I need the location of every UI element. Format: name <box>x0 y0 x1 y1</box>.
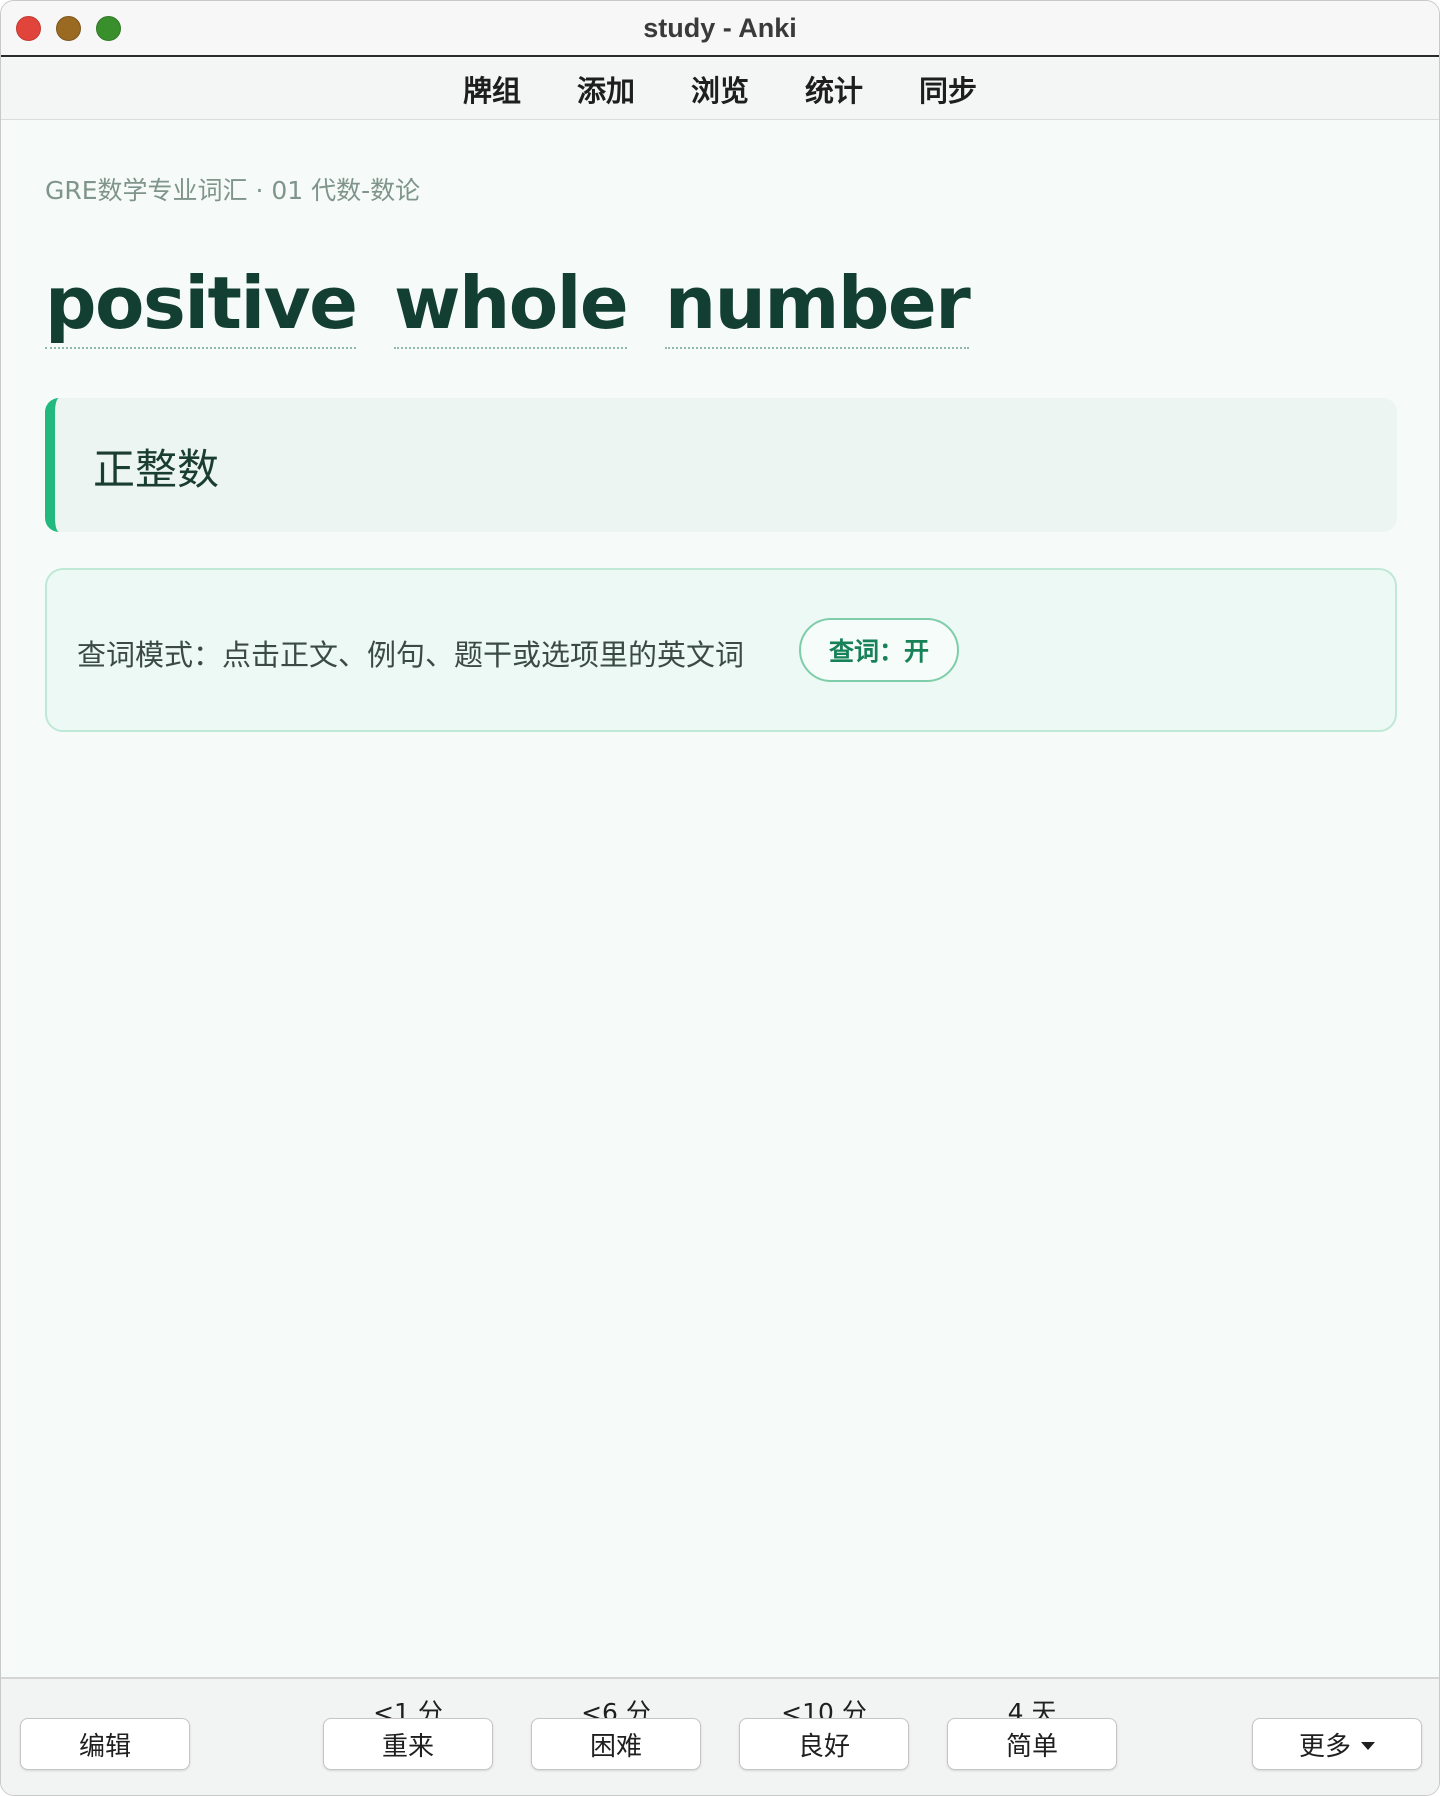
meaning-card: 正整数 <box>45 398 1397 532</box>
toolbar-decks[interactable]: 牌组 <box>463 68 521 110</box>
lookup-toggle-button[interactable]: 查词：开 <box>799 618 959 682</box>
toolbar-add[interactable]: 添加 <box>577 68 635 110</box>
main-toolbar: 牌组 添加 浏览 统计 同步 <box>1 58 1439 120</box>
hard-button[interactable]: 困难 <box>531 1718 701 1770</box>
toolbar-sync[interactable]: 同步 <box>919 68 977 110</box>
meaning-text: 正整数 <box>93 445 220 494</box>
term-word[interactable]: positive <box>45 261 358 349</box>
more-label: 更多 <box>1298 1731 1351 1762</box>
card-term: positive whole number <box>45 261 971 349</box>
more-button[interactable]: 更多 <box>1252 1718 1422 1770</box>
term-word[interactable]: whole <box>393 261 629 349</box>
toolbar-stats[interactable]: 统计 <box>805 68 863 110</box>
again-button[interactable]: 重来 <box>323 1718 493 1770</box>
window-title: study - Anki <box>643 13 797 43</box>
answer-bar: 编辑 <1 分 重来 <6 分 困难 <10 分 良好 4 天 简单 更多 <box>1 1677 1439 1795</box>
lookup-description: 查词模式：点击正文、例句、题干或选项里的英文词 <box>77 638 745 672</box>
toolbar-browse[interactable]: 浏览 <box>691 68 749 110</box>
term-word[interactable]: number <box>664 261 971 349</box>
title-bar: study - Anki <box>1 1 1439 57</box>
edit-button[interactable]: 编辑 <box>20 1718 190 1770</box>
good-button[interactable]: 良好 <box>739 1718 909 1770</box>
anki-window: study - Anki 牌组 添加 浏览 统计 同步 GRE数学专业词汇 · … <box>0 0 1440 1796</box>
lookup-panel: 查词模式：点击正文、例句、题干或选项里的英文词 查词：开 <box>45 568 1397 732</box>
easy-button[interactable]: 简单 <box>947 1718 1117 1770</box>
deck-path: GRE数学专业词汇 · 01 代数-数论 <box>45 176 421 205</box>
chevron-down-icon <box>1361 1742 1375 1750</box>
